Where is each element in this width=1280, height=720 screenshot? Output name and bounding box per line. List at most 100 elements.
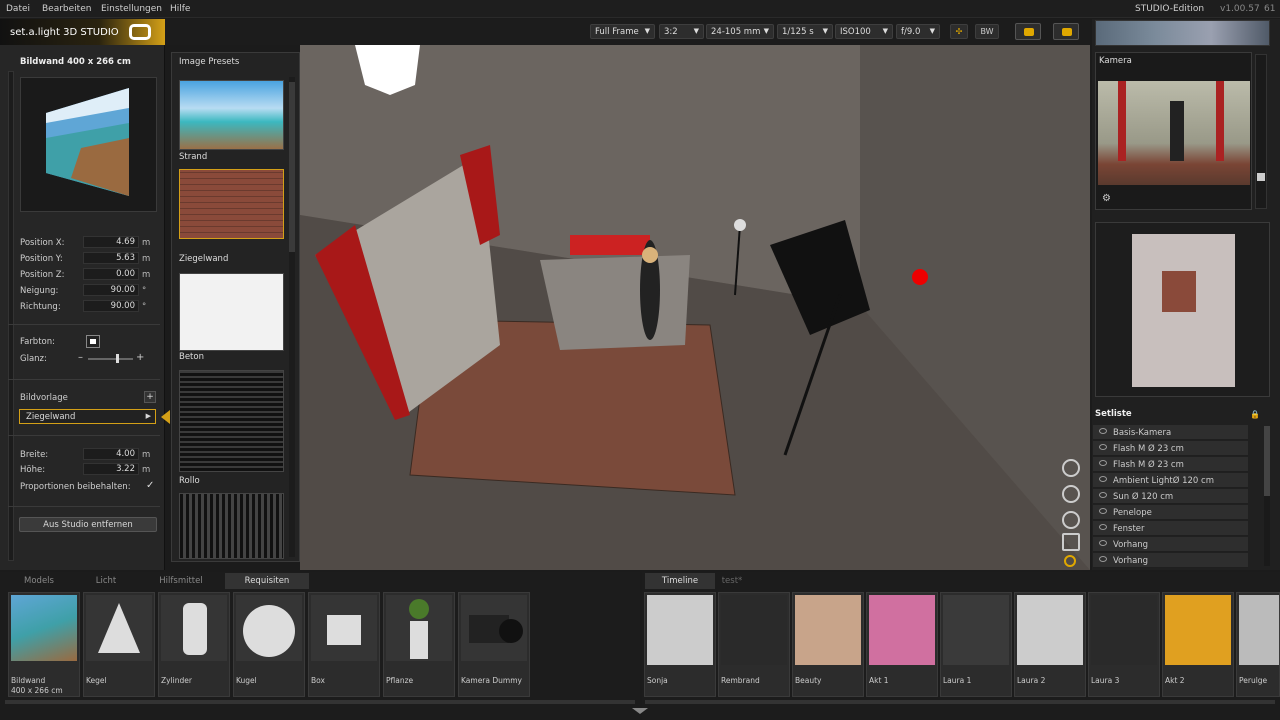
preset-lines[interactable] (179, 493, 284, 559)
timeline-item[interactable]: Beauty (792, 592, 864, 697)
breite-field[interactable]: 4.00 (83, 448, 139, 460)
top-view-map[interactable] (1095, 222, 1270, 397)
zoom-icon[interactable] (1062, 511, 1080, 529)
eye-icon[interactable] (1099, 476, 1107, 482)
prop-kugel[interactable]: Kugel (233, 592, 305, 697)
timeline-item[interactable]: Rembrand (718, 592, 790, 697)
timeline-item[interactable]: Laura 3 (1088, 592, 1160, 697)
setliste-item[interactable]: Vorhang (1093, 553, 1248, 568)
bw-button[interactable]: BW (975, 24, 999, 39)
preset-strand[interactable] (179, 80, 284, 150)
pos-x-field[interactable]: 4.69 (83, 236, 139, 248)
tab-timeline[interactable]: Timeline (645, 573, 715, 589)
menu-bearbeiten[interactable]: Bearbeiten (42, 4, 91, 14)
eye-icon[interactable] (1099, 460, 1107, 466)
lock-icon[interactable]: 🔒 (1250, 410, 1260, 419)
timeline-item[interactable]: Laura 1 (940, 592, 1012, 697)
timeline-item[interactable]: Akt 2 (1162, 592, 1234, 697)
eye-icon[interactable] (1099, 444, 1107, 450)
preset-beton[interactable] (179, 273, 284, 351)
timeline-item[interactable]: Perulge (1236, 592, 1280, 697)
timeline-item[interactable]: Laura 2 (1014, 592, 1086, 697)
timeline-scrollbar[interactable] (645, 700, 1275, 704)
add-template-icon[interactable]: + (144, 391, 156, 403)
camera-zoom-slider[interactable] (1255, 54, 1267, 209)
timeline-item[interactable]: Akt 1 (866, 592, 938, 697)
tab-licht[interactable]: Licht (75, 573, 137, 589)
timeline-item[interactable]: Sonja (644, 592, 716, 697)
fit-view-icon[interactable] (1062, 533, 1080, 551)
richtung-field[interactable]: 90.00 (83, 300, 139, 312)
preset-rollo-label: Rollo (179, 476, 200, 486)
prop-pflanze[interactable]: Pflanze (383, 592, 455, 697)
eye-icon[interactable] (1099, 524, 1107, 530)
aperture-select[interactable]: f/9.0 ▼ (896, 24, 940, 39)
tab-test[interactable]: test* (717, 573, 747, 589)
preset-rollo[interactable] (179, 370, 284, 472)
fullscreen-icon[interactable] (129, 24, 151, 40)
prop-kamera-dummy[interactable]: Kamera Dummy (458, 592, 530, 697)
setliste-item[interactable]: Flash M Ø 23 cm (1093, 441, 1248, 456)
edition-label: STUDIO-Edition (1135, 4, 1205, 14)
pan-icon[interactable] (1062, 485, 1080, 503)
tab-requisiten[interactable]: Requisiten (225, 573, 309, 589)
setliste-item[interactable]: Ambient LightØ 120 cm (1093, 473, 1248, 488)
setliste-item[interactable]: Basis-Kamera (1093, 425, 1248, 440)
glanz-slider[interactable] (88, 358, 133, 360)
menu-bar: Datei Bearbeiten Einstellungen Hilfe STU… (0, 0, 1280, 18)
prop-bildwand[interactable]: Bildwand 400 x 266 cm (8, 592, 80, 697)
eye-icon[interactable] (1099, 508, 1107, 514)
library-scrollbar[interactable] (5, 700, 635, 704)
collapse-icon[interactable] (632, 708, 648, 714)
eye-icon[interactable] (1099, 428, 1107, 434)
color-swatch[interactable] (86, 335, 100, 348)
prop-zylinder[interactable]: Zylinder (158, 592, 230, 697)
lens-select[interactable]: 24-105 mm ▼ (706, 24, 774, 39)
setliste-item[interactable]: Flash M Ø 23 cm (1093, 457, 1248, 472)
object-preview (20, 77, 157, 212)
reset-view-icon[interactable] (1064, 555, 1076, 567)
eye-icon[interactable] (1099, 556, 1107, 562)
iso-select[interactable]: ISO100 ▼ (835, 24, 893, 39)
setliste-scrollbar[interactable] (1264, 426, 1270, 566)
pos-z-field[interactable]: 0.00 (83, 268, 139, 280)
glanz-slider-handle[interactable] (116, 354, 119, 363)
ratio-select[interactable]: 3:2 ▼ (659, 24, 704, 39)
setliste-item[interactable]: Sun Ø 120 cm (1093, 489, 1248, 504)
menu-einstellungen[interactable]: Einstellungen (101, 4, 162, 14)
left-scrollbar[interactable] (8, 71, 14, 561)
orbit-icon[interactable] (1062, 459, 1080, 477)
capture-camera-icon[interactable] (1015, 23, 1041, 40)
tab-hilfsmittel[interactable]: Hilfsmittel (140, 573, 222, 589)
setliste-item[interactable]: Vorhang (1093, 537, 1248, 552)
prop-kegel[interactable]: Kegel (83, 592, 155, 697)
shutter-select[interactable]: 1/125 s ▼ (777, 24, 833, 39)
neigung-field[interactable]: 90.00 (83, 284, 139, 296)
hoehe-field[interactable]: 3.22 (83, 463, 139, 475)
remove-from-studio-button[interactable]: Aus Studio entfernen (19, 517, 157, 532)
tethered-camera-icon[interactable] (1053, 23, 1079, 40)
3d-studio-viewport[interactable] (300, 45, 1090, 570)
camera-settings-icon[interactable]: ⚙ (1102, 193, 1111, 204)
glanz-plus-icon[interactable]: + (136, 352, 144, 363)
frame-select[interactable]: Full Frame ▼ (590, 24, 655, 39)
presets-scrollbar[interactable] (289, 77, 295, 557)
pos-z-unit: m (142, 270, 151, 280)
menu-datei[interactable]: Datei (6, 4, 30, 14)
menu-hilfe[interactable]: Hilfe (170, 4, 190, 14)
fps-label: 61 (1264, 4, 1276, 14)
setliste-item[interactable]: Fenster (1093, 521, 1248, 536)
proportionen-check-icon[interactable]: ✓ (146, 480, 154, 491)
pos-y-field[interactable]: 5.63 (83, 252, 139, 264)
eye-icon[interactable] (1099, 492, 1107, 498)
setliste-item[interactable]: Penelope (1093, 505, 1248, 520)
prop-box[interactable]: Box (308, 592, 380, 697)
eye-icon[interactable] (1099, 540, 1107, 546)
glanz-minus-icon[interactable]: – (78, 352, 83, 363)
preset-ziegelwand[interactable] (179, 169, 284, 239)
tab-models[interactable]: Models (5, 573, 73, 589)
breite-unit: m (142, 450, 151, 460)
focus-icon[interactable]: ✣ (950, 24, 968, 39)
camera-preview[interactable]: Kamera ⚙ (1095, 52, 1252, 210)
template-select[interactable]: Ziegelwand ▶ (19, 409, 156, 424)
